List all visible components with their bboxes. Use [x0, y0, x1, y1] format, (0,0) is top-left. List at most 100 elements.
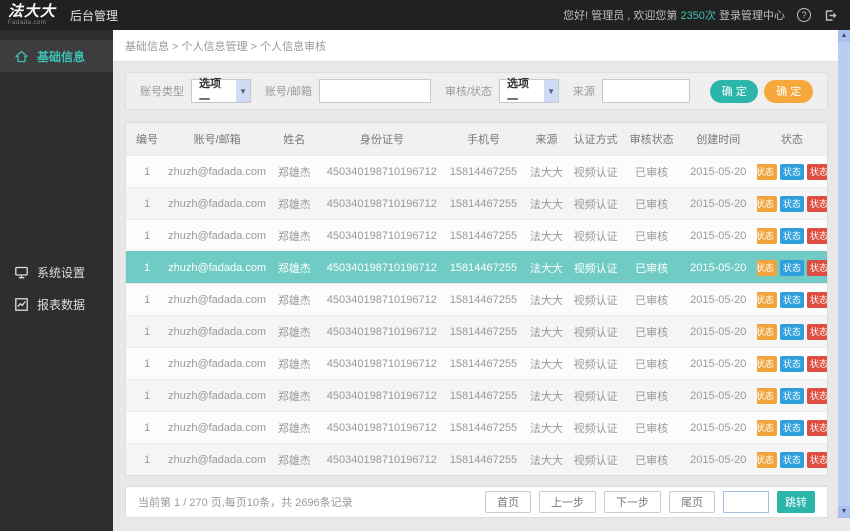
- status-button-red[interactable]: 状态: [806, 451, 827, 468]
- status-button-blue[interactable]: 状态: [779, 387, 804, 404]
- sidebar-item-basic-info[interactable]: 基础信息: [0, 40, 113, 72]
- status-button-blue[interactable]: 状态: [779, 355, 804, 372]
- cell-actions: 状态 状态 状态: [756, 259, 827, 276]
- status-button-blue[interactable]: 状态: [779, 259, 804, 276]
- breadcrumb: 基础信息 > 个人信息管理 > 个人信息审核: [113, 30, 838, 62]
- prev-page-button[interactable]: 上一步: [539, 491, 596, 513]
- cell-auth: 视频认证: [573, 454, 618, 467]
- chevron-down-icon: ▼: [544, 80, 558, 102]
- logo-text: 法大大: [8, 3, 57, 20]
- cell-account: zhuzh@fadada.com: [168, 421, 267, 434]
- status-button-blue[interactable]: 状态: [779, 323, 804, 340]
- sidebar-item-label: 基础信息: [37, 49, 86, 64]
- status-button-red[interactable]: 状态: [806, 163, 827, 180]
- cell-created: 2015-05-20: [690, 325, 747, 338]
- status-button-red[interactable]: 状态: [806, 291, 827, 308]
- table-row[interactable]: 1 zhuzh@fadada.com 郑雄杰 45034019871019671…: [126, 443, 827, 475]
- account-email-input[interactable]: [318, 79, 431, 103]
- status-button-orange[interactable]: 状态: [756, 387, 777, 404]
- cell-account: zhuzh@fadada.com: [168, 389, 267, 402]
- status-button-red[interactable]: 状态: [806, 227, 827, 244]
- status-button-red[interactable]: 状态: [806, 323, 827, 340]
- monitor-icon: [15, 266, 28, 278]
- account-type-select[interactable]: 选项一 ▼: [191, 78, 251, 106]
- sidebar-item-system-settings[interactable]: 系统设置: [0, 256, 113, 288]
- status-button-orange[interactable]: 状态: [756, 323, 777, 340]
- status-button-blue[interactable]: 状态: [779, 195, 804, 212]
- help-icon[interactable]: ?: [797, 8, 811, 22]
- last-page-button[interactable]: 尾页: [669, 491, 715, 513]
- cell-account: zhuzh@fadada.com: [168, 165, 267, 178]
- status-button-red[interactable]: 状态: [806, 259, 827, 276]
- status-button-blue[interactable]: 状态: [779, 163, 804, 180]
- table-row[interactable]: 1 zhuzh@fadada.com 郑雄杰 45034019871019671…: [126, 219, 827, 251]
- audit-status-select[interactable]: 选项一 ▼: [499, 78, 559, 106]
- confirm-button-teal[interactable]: 确 定: [709, 79, 759, 103]
- audit-status-value: 选项一: [507, 78, 530, 106]
- top-header: 法大大 Fadada.com 后台管理 您好! 管理员 , 欢迎您第 2350次…: [0, 0, 850, 30]
- cell-audit: 已审核: [635, 422, 669, 435]
- confirm-button-orange[interactable]: 确 定: [764, 79, 813, 103]
- col-header-name: 姓名: [283, 134, 306, 146]
- table-row[interactable]: 1 zhuzh@fadada.com 郑雄杰 45034019871019671…: [126, 411, 827, 443]
- page-jump-input[interactable]: [723, 491, 769, 513]
- status-button-orange[interactable]: 状态: [756, 195, 777, 212]
- col-header-phone: 手机号: [466, 134, 500, 146]
- cell-actions: 状态 状态 状态: [756, 291, 827, 308]
- logo-subtext: Fadada.com: [8, 20, 47, 26]
- status-button-orange[interactable]: 状态: [756, 451, 777, 468]
- sidebar: 基础信息 系统设置 报表数据: [0, 30, 113, 531]
- status-button-red[interactable]: 状态: [806, 355, 827, 372]
- cell-phone: 15814467255: [449, 453, 518, 466]
- table-row[interactable]: 1 zhuzh@fadada.com 郑雄杰 45034019871019671…: [126, 315, 827, 347]
- status-button-orange[interactable]: 状态: [756, 419, 777, 436]
- table-row[interactable]: 1 zhuzh@fadada.com 郑雄杰 45034019871019671…: [126, 155, 827, 187]
- table-row[interactable]: 1 zhuzh@fadada.com 郑雄杰 45034019871019671…: [126, 283, 827, 315]
- cell-source: 法大大: [530, 198, 564, 211]
- cell-auth: 视频认证: [573, 422, 618, 435]
- table-row[interactable]: 1 zhuzh@fadada.com 郑雄杰 45034019871019671…: [126, 347, 827, 379]
- cell-created: 2015-05-20: [690, 197, 747, 210]
- table-row[interactable]: 1 zhuzh@fadada.com 郑雄杰 45034019871019671…: [126, 187, 827, 219]
- status-button-orange[interactable]: 状态: [756, 163, 777, 180]
- chevron-down-icon: ▼: [236, 80, 250, 102]
- vertical-scrollbar[interactable]: ▲ ▼: [838, 30, 850, 518]
- welcome-text: 您好! 管理员 , 欢迎您第 2350次 登录管理中心: [563, 7, 785, 23]
- source-input[interactable]: [601, 79, 690, 103]
- status-button-blue[interactable]: 状态: [779, 227, 804, 244]
- cell-id-number: 450340198710196712: [326, 229, 437, 242]
- status-button-blue[interactable]: 状态: [779, 419, 804, 436]
- status-button-red[interactable]: 状态: [806, 387, 827, 404]
- app-title: 后台管理: [70, 8, 119, 23]
- table-row[interactable]: 1 zhuzh@fadada.com 郑雄杰 45034019871019671…: [126, 379, 827, 411]
- logout-icon[interactable]: [823, 8, 838, 23]
- status-button-red[interactable]: 状态: [806, 195, 827, 212]
- scroll-up-icon[interactable]: ▲: [838, 30, 850, 42]
- status-button-orange[interactable]: 状态: [756, 227, 777, 244]
- jump-button[interactable]: 跳转: [777, 491, 815, 513]
- first-page-button[interactable]: 首页: [485, 491, 531, 513]
- cell-name: 郑雄杰: [277, 262, 311, 275]
- status-button-orange[interactable]: 状态: [756, 291, 777, 308]
- cell-source: 法大大: [530, 230, 564, 243]
- cell-id: 1: [143, 453, 151, 466]
- cell-actions: 状态 状态 状态: [756, 387, 827, 404]
- status-button-blue[interactable]: 状态: [779, 451, 804, 468]
- cell-id: 1: [143, 293, 151, 306]
- cell-audit: 已审核: [635, 166, 669, 179]
- status-button-orange[interactable]: 状态: [756, 355, 777, 372]
- status-button-blue[interactable]: 状态: [779, 291, 804, 308]
- cell-audit: 已审核: [635, 390, 669, 403]
- cell-created: 2015-05-20: [690, 421, 747, 434]
- col-header-audit: 审核状态: [629, 134, 674, 146]
- data-table: 编号 账号/邮箱 姓名 身份证号 手机号 来源 认证方式 审核状态 创建时间 状…: [125, 122, 828, 476]
- next-page-button[interactable]: 下一步: [604, 491, 661, 513]
- scroll-down-icon[interactable]: ▼: [838, 506, 850, 518]
- status-button-red[interactable]: 状态: [806, 419, 827, 436]
- cell-actions: 状态 状态 状态: [756, 195, 827, 212]
- sidebar-item-report-data[interactable]: 报表数据: [0, 288, 113, 320]
- chart-icon: [15, 297, 28, 311]
- status-button-orange[interactable]: 状态: [756, 259, 777, 276]
- table-row[interactable]: 1 zhuzh@fadada.com 郑雄杰 45034019871019671…: [126, 251, 827, 283]
- cell-source: 法大大: [530, 358, 564, 371]
